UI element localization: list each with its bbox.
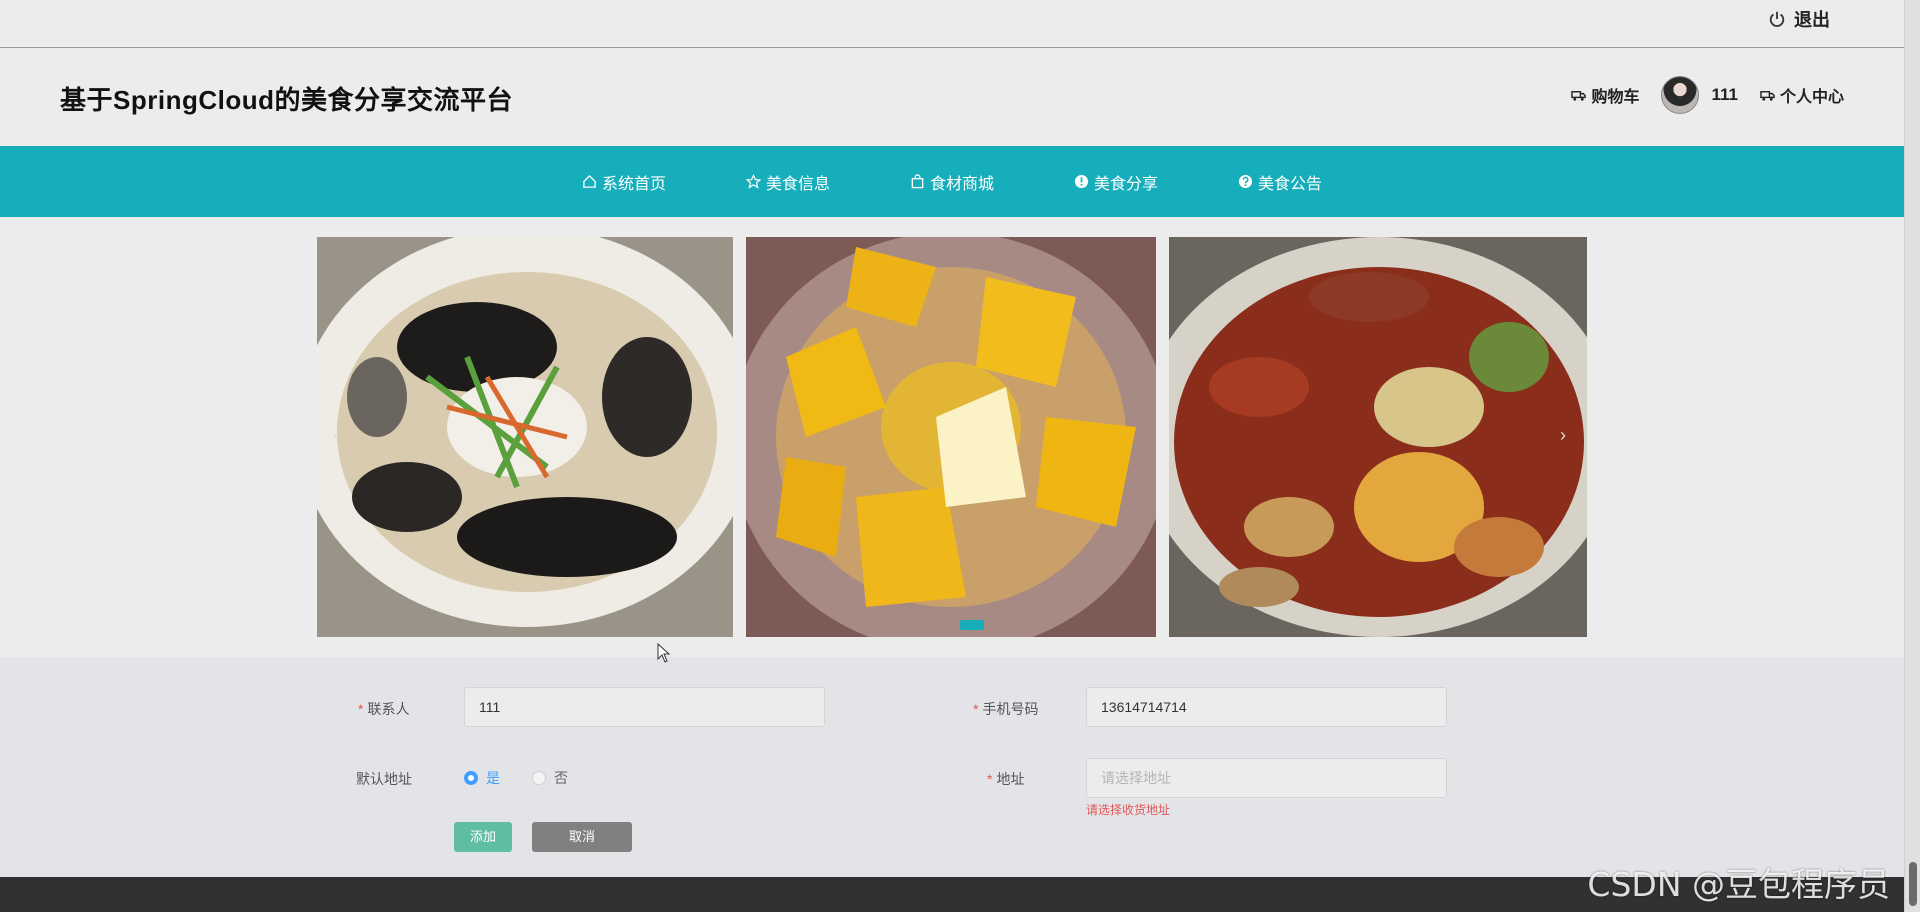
top-bar: 退出 [0, 0, 1904, 48]
user-center-link[interactable]: 个人中心 [1760, 83, 1844, 107]
carousel-next-arrow[interactable]: › [1560, 425, 1566, 446]
required-mark: * [973, 701, 979, 717]
logout-label: 退出 [1794, 10, 1830, 30]
nav-item-label: 食材商城 [929, 175, 994, 193]
cancel-button[interactable]: 取消 [532, 822, 632, 852]
user-center-label: 个人中心 [1779, 89, 1844, 106]
radio-circle [464, 771, 478, 785]
nav-item-label: 美食分享 [1094, 175, 1159, 193]
truck-icon [1760, 90, 1775, 101]
main-nav: 系统首页 美食信息 食材商城 美食分享 美食公告 [0, 146, 1904, 217]
truck-icon [1571, 90, 1587, 101]
contact-label: * 联系人 [358, 699, 409, 719]
info-icon [1074, 174, 1089, 189]
site-header: 基于SpringCloud的美食分享交流平台 购物车 111 个人中心 [0, 48, 1904, 146]
carousel-slide[interactable] [746, 237, 1156, 637]
star-icon [745, 174, 761, 189]
contact-input[interactable]: 111 [464, 687, 825, 727]
nav-item-food-share[interactable]: 美食分享 [1074, 170, 1158, 194]
address-label: * 地址 [987, 769, 1024, 789]
phone-label: * 手机号码 [973, 699, 1038, 719]
required-mark: * [358, 701, 364, 717]
radio-circle [532, 771, 546, 785]
cart-label: 购物车 [1591, 89, 1640, 106]
add-button[interactable]: 添加 [454, 822, 512, 852]
default-address-yes-radio[interactable]: 是 [464, 768, 500, 788]
page-scrollbar[interactable] [1904, 0, 1920, 912]
food-photo-sea-urchin [746, 237, 1156, 637]
phone-input[interactable]: 13614714714 [1086, 687, 1447, 727]
default-address-label: 默认地址 [356, 771, 412, 787]
address-form: * 联系人 111 * 手机号码 13614714714 默认地址 是 否 * 地址 … [0, 657, 1904, 877]
carousel-indicator-active[interactable] [960, 620, 984, 630]
logout-button[interactable]: 退出 [1768, 6, 1830, 32]
radio-label: 是 [486, 770, 500, 786]
address-label-text: 地址 [996, 771, 1025, 787]
nav-item-food-notice[interactable]: 美食公告 [1238, 170, 1322, 194]
nav-item-food-info[interactable]: 美食信息 [745, 170, 830, 194]
radio-label: 否 [554, 770, 568, 786]
carousel-slide[interactable] [1169, 237, 1587, 637]
header-actions: 购物车 111 个人中心 [1571, 76, 1844, 114]
question-icon [1238, 174, 1253, 189]
cart-link[interactable]: 购物车 [1571, 83, 1639, 107]
user-info[interactable]: 111 [1661, 76, 1738, 114]
carousel-prev-arrow[interactable]: ‹ [333, 425, 339, 446]
carousel-slide[interactable] [317, 237, 733, 637]
home-icon [583, 174, 596, 188]
nav-item-label: 美食信息 [765, 175, 830, 193]
avatar[interactable] [1661, 76, 1700, 114]
username: 111 [1711, 85, 1738, 104]
nav-item-label: 系统首页 [601, 175, 666, 193]
watermark: CSDN @豆包程序员 [1587, 865, 1890, 904]
food-photo-fish-fungus [317, 237, 733, 637]
phone-label-text: 手机号码 [982, 701, 1039, 717]
required-mark: * [987, 771, 993, 787]
nav-item-ingredient-mall[interactable]: 食材商城 [910, 170, 994, 194]
shopping-bag-icon [911, 174, 924, 189]
nav-item-label: 美食公告 [1258, 175, 1323, 193]
food-photo-clams-scallops [1169, 237, 1587, 637]
image-carousel[interactable]: ‹ › [0, 217, 1904, 657]
address-error-message: 请选择收货地址 [1086, 803, 1171, 817]
nav-item-home[interactable]: 系统首页 [582, 170, 666, 194]
scrollbar-thumb[interactable] [1909, 862, 1917, 906]
power-icon [1769, 11, 1785, 27]
contact-label-text: 联系人 [367, 701, 410, 717]
default-address-no-radio[interactable]: 否 [532, 768, 568, 788]
mouse-cursor-icon [657, 643, 671, 663]
address-input[interactable]: 请选择地址 [1086, 758, 1447, 798]
site-title: 基于SpringCloud的美食分享交流平台 [60, 85, 513, 115]
